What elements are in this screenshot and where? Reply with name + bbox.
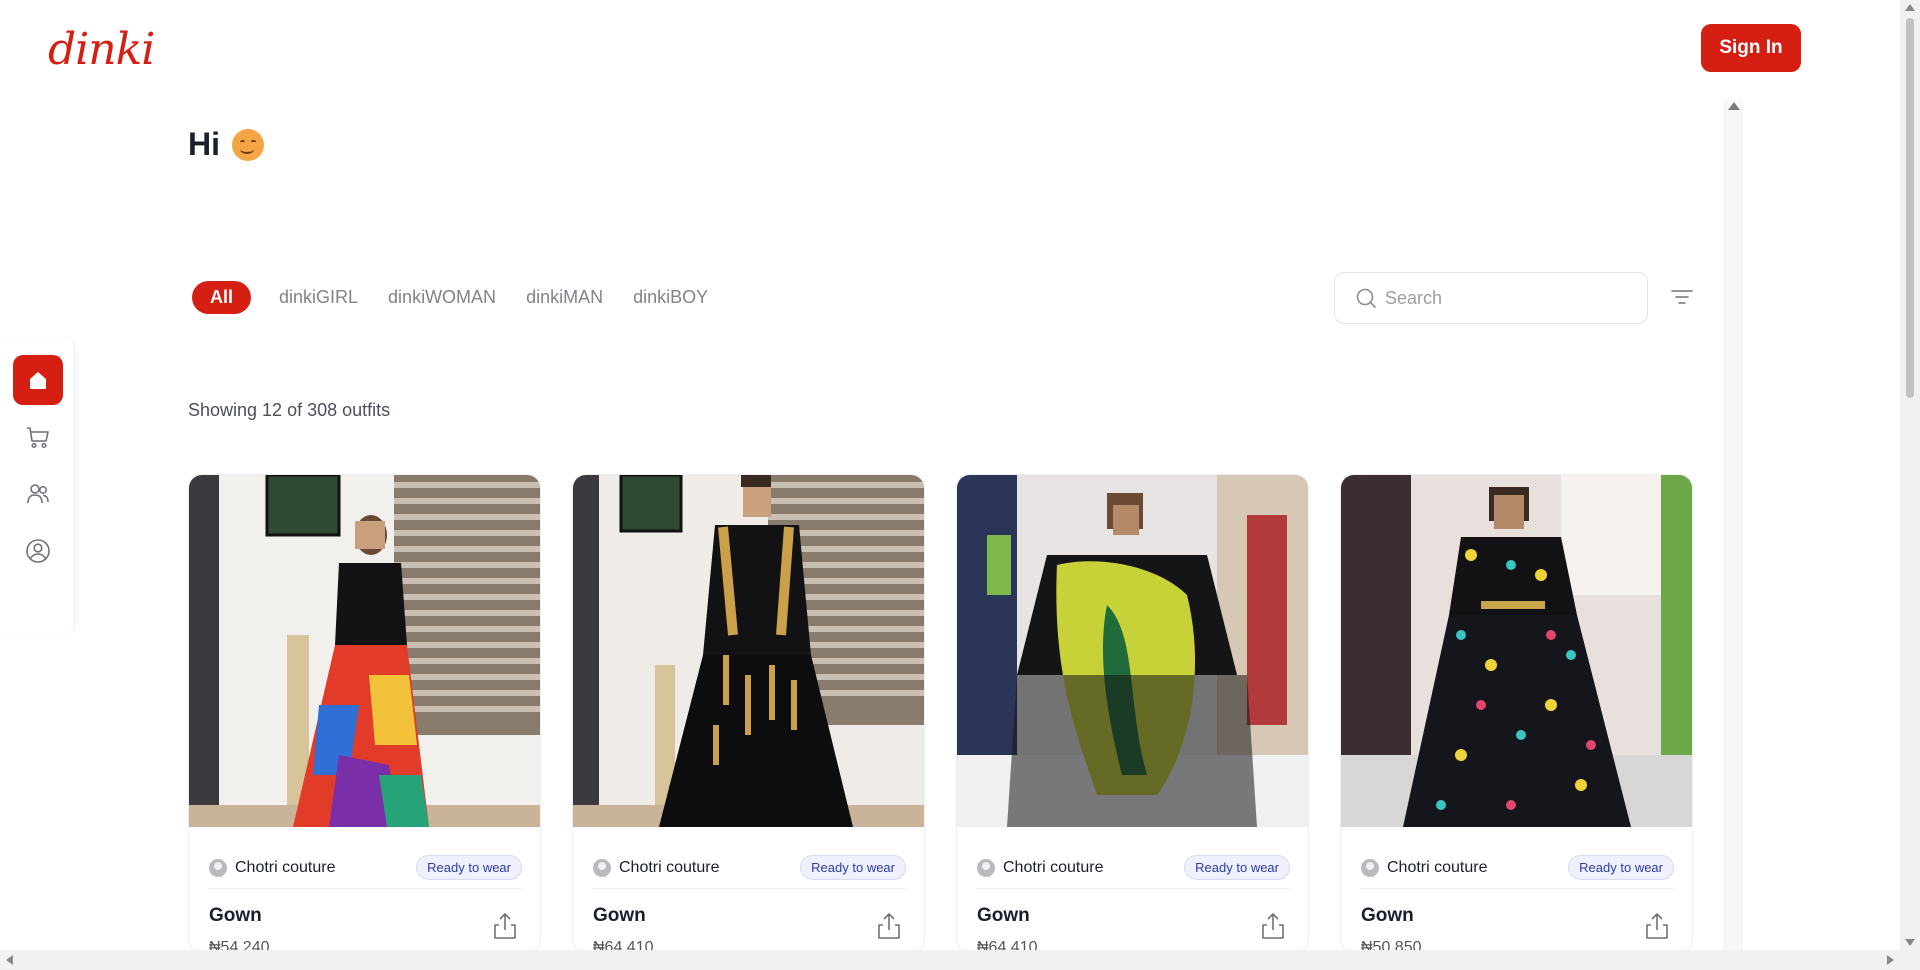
designer-row: Chotri couture Ready to wear bbox=[209, 847, 522, 889]
results-count: Showing 12 of 308 outfits bbox=[188, 400, 391, 420]
designer-name[interactable]: Chotri couture bbox=[1003, 859, 1184, 877]
designer-avatar[interactable] bbox=[593, 858, 611, 877]
designer-avatar[interactable] bbox=[209, 858, 227, 877]
share-icon[interactable] bbox=[490, 911, 520, 941]
profile-icon bbox=[26, 539, 50, 563]
nav-profile-button[interactable] bbox=[13, 526, 63, 576]
ready-to-wear-badge: Ready to wear bbox=[1184, 855, 1290, 880]
ready-to-wear-badge: Ready to wear bbox=[1568, 855, 1674, 880]
search-input[interactable] bbox=[1385, 287, 1625, 309]
product-name[interactable]: Gown bbox=[593, 905, 646, 927]
product-image[interactable] bbox=[1341, 475, 1692, 827]
product-image[interactable] bbox=[573, 475, 924, 827]
product-card[interactable]: Chotri couture Ready to wear Gown ₦64,41… bbox=[956, 474, 1309, 954]
side-navigation bbox=[0, 338, 75, 634]
scroll-left-icon[interactable] bbox=[6, 955, 13, 965]
product-card[interactable]: Chotri couture Ready to wear Gown ₦64,41… bbox=[572, 474, 925, 954]
category-tabs: All dinkiGIRL dinkiWOMAN dinkiMAN dinkiB… bbox=[192, 281, 708, 314]
scroll-down-icon[interactable] bbox=[1905, 939, 1915, 946]
header: dinki Sign In bbox=[0, 0, 1900, 96]
product-grid: Chotri couture Ready to wear Gown ₦54,24… bbox=[188, 474, 1693, 954]
page-vertical-scrollbar[interactable] bbox=[1900, 0, 1920, 970]
product-name[interactable]: Gown bbox=[209, 905, 262, 927]
nav-cart-button[interactable] bbox=[13, 412, 63, 462]
nav-home-button[interactable] bbox=[13, 355, 63, 405]
smiling-face-icon bbox=[232, 128, 264, 161]
designer-avatar[interactable] bbox=[1361, 858, 1379, 877]
tab-dinkigirl[interactable]: dinkiGIRL bbox=[279, 281, 358, 314]
dinki-logo[interactable]: dinki bbox=[48, 24, 155, 75]
search-icon bbox=[1356, 288, 1376, 308]
designer-name[interactable]: Chotri couture bbox=[619, 859, 800, 877]
users-icon bbox=[27, 484, 49, 504]
product-card[interactable]: Chotri couture Ready to wear Gown ₦54,24… bbox=[188, 474, 541, 954]
greeting-text: Hi bbox=[188, 126, 220, 162]
ready-to-wear-badge: Ready to wear bbox=[416, 855, 522, 880]
cart-icon bbox=[27, 427, 49, 449]
designer-name[interactable]: Chotri couture bbox=[1387, 859, 1568, 877]
sign-in-button[interactable]: Sign In bbox=[1701, 24, 1801, 72]
product-image[interactable] bbox=[957, 475, 1308, 827]
designer-name[interactable]: Chotri couture bbox=[235, 859, 416, 877]
designer-row: Chotri couture Ready to wear bbox=[1361, 847, 1674, 889]
share-icon[interactable] bbox=[1642, 911, 1672, 941]
scrollbar-thumb[interactable] bbox=[1906, 18, 1914, 398]
designer-row: Chotri couture Ready to wear bbox=[593, 847, 906, 889]
share-icon[interactable] bbox=[874, 911, 904, 941]
home-icon bbox=[30, 372, 46, 389]
nav-community-button[interactable] bbox=[13, 469, 63, 519]
product-card[interactable]: Chotri couture Ready to wear Gown ₦50,85… bbox=[1340, 474, 1693, 954]
search-box bbox=[1334, 272, 1648, 324]
greeting: Hi bbox=[188, 126, 264, 163]
designer-avatar[interactable] bbox=[977, 858, 995, 877]
product-name[interactable]: Gown bbox=[977, 905, 1030, 927]
tab-all[interactable]: All bbox=[192, 281, 252, 314]
scroll-right-icon[interactable] bbox=[1887, 955, 1894, 965]
share-icon[interactable] bbox=[1258, 911, 1288, 941]
page-horizontal-scrollbar[interactable] bbox=[0, 950, 1900, 970]
scroll-up-icon[interactable] bbox=[1905, 4, 1915, 11]
tab-dinkiwoman[interactable]: dinkiWOMAN bbox=[388, 281, 496, 314]
ready-to-wear-badge: Ready to wear bbox=[800, 855, 906, 880]
product-image[interactable] bbox=[189, 475, 540, 827]
tab-dinkiboy[interactable]: dinkiBOY bbox=[633, 281, 708, 314]
filter-icon[interactable] bbox=[1670, 287, 1694, 307]
tab-dinkiman[interactable]: dinkiMAN bbox=[526, 281, 603, 314]
scroll-up-arrow-icon[interactable] bbox=[1728, 102, 1740, 110]
content-scrollbar[interactable] bbox=[1723, 100, 1743, 950]
designer-row: Chotri couture Ready to wear bbox=[977, 847, 1290, 889]
product-name[interactable]: Gown bbox=[1361, 905, 1414, 927]
